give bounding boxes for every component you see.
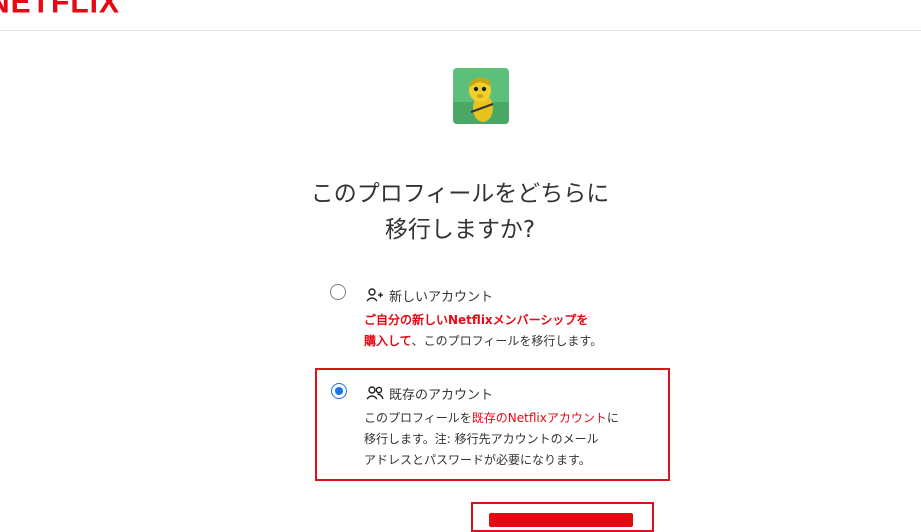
purchase-link[interactable]: 購入して bbox=[364, 334, 412, 348]
profile-avatar bbox=[453, 68, 509, 124]
existing-desc-line-2: 移行します。注: 移行先アカウントのメール bbox=[364, 432, 599, 446]
existing-account-radio[interactable] bbox=[331, 383, 347, 399]
add-person-icon bbox=[366, 288, 383, 302]
existing-desc-line-3: アドレスとパスワードが必要になります。 bbox=[364, 453, 591, 467]
existing-account-description: このプロフィールを既存のNetflixアカウントに 移行します。注: 移行先アカ… bbox=[364, 408, 619, 471]
new-account-description: ご自分の新しいNetflixメンバーシップを 購入して、このプロフィールを移行し… bbox=[364, 310, 602, 352]
existing-desc-pre: このプロフィールを bbox=[364, 411, 472, 425]
header: NETFLIX bbox=[0, 0, 921, 31]
new-account-label[interactable]: 新しいアカウント bbox=[389, 286, 493, 305]
existing-account-link[interactable]: 既存のNetflixアカウント bbox=[472, 411, 607, 425]
existing-account-label[interactable]: 既存のアカウント bbox=[389, 384, 493, 403]
netflix-logo[interactable]: NETFLIX bbox=[0, 0, 120, 21]
title-line-1: このプロフィールをどちらに bbox=[310, 181, 610, 207]
new-account-desc-text: 、このプロフィールを移行します。 bbox=[411, 334, 603, 348]
people-icon bbox=[366, 386, 384, 400]
new-membership-link[interactable]: ご自分の新しいNetflixメンバーシップを bbox=[364, 313, 588, 327]
title-line-2: 移行しますか? bbox=[384, 217, 536, 243]
page-title: このプロフィールをどちらに 移行しますか? bbox=[260, 176, 660, 248]
new-account-radio[interactable] bbox=[330, 284, 346, 300]
existing-desc-post: に bbox=[606, 411, 619, 425]
next-button[interactable] bbox=[489, 513, 633, 527]
profile-avatar-image bbox=[453, 68, 509, 124]
